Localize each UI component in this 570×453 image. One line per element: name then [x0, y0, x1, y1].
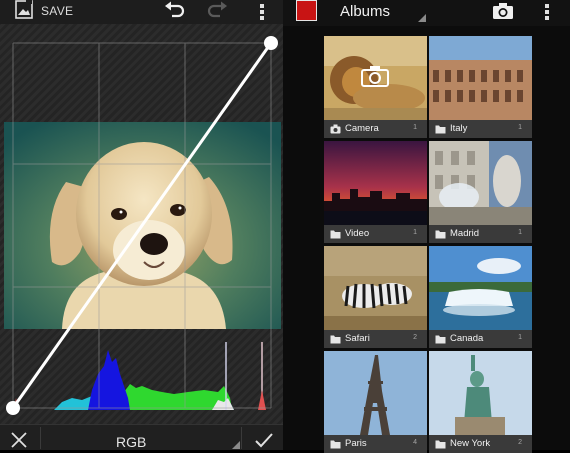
album-footer: Canada 1: [429, 330, 532, 348]
camera-icon[interactable]: [492, 2, 514, 20]
gallery-overflow-menu-icon[interactable]: [539, 2, 555, 22]
album-tile-paris[interactable]: Paris 4: [324, 351, 427, 453]
album-name: Paris: [345, 438, 367, 449]
chevron-down-icon[interactable]: [232, 441, 240, 449]
folder-icon: [435, 230, 446, 239]
album-tile-madrid[interactable]: Madrid 1: [429, 141, 532, 243]
folder-icon: [330, 230, 341, 239]
album-footer: Video 1: [324, 225, 427, 243]
divider: [241, 427, 242, 449]
album-tile-italy[interactable]: Italy 1: [429, 36, 532, 138]
folder-icon: [435, 125, 446, 134]
divider: [40, 427, 41, 449]
folder-icon: [435, 335, 446, 344]
album-name: New York: [450, 438, 491, 449]
album-name: Canada: [450, 333, 484, 344]
albums-pane: Albums Camera 1 Italy 1 Video 1 Madrid 1…: [283, 0, 570, 453]
editor-bottom-bar: RGB: [0, 424, 283, 450]
album-name: Safari: [345, 333, 370, 344]
album-count: 2: [413, 334, 417, 341]
album-thumb-statue-of-liberty: [429, 351, 532, 435]
gallery-app-icon[interactable]: [296, 0, 317, 21]
album-count: 4: [413, 439, 417, 446]
curve-handle-top[interactable]: [264, 36, 278, 50]
gallery-action-bar: Albums: [283, 0, 570, 26]
album-name: Camera: [345, 123, 379, 134]
cancel-icon[interactable]: [10, 431, 28, 449]
album-thumb-colosseum: [429, 36, 532, 120]
folder-icon: [435, 440, 446, 449]
album-tile-safari[interactable]: Safari 2: [324, 246, 427, 348]
channel-selector[interactable]: RGB: [116, 434, 146, 450]
album-footer: Camera 1: [324, 120, 427, 138]
albums-title[interactable]: Albums: [340, 3, 390, 20]
album-tile-video[interactable]: Video 1: [324, 141, 427, 243]
album-footer: Safari 2: [324, 330, 427, 348]
curves-graph[interactable]: [0, 0, 283, 450]
album-thumb-waterfall: [429, 246, 532, 330]
album-count: 2: [518, 439, 522, 446]
curves-editor-pane: SAVE RGB: [0, 0, 283, 450]
album-thumb-eiffel-tower: [324, 351, 427, 435]
album-count: 1: [518, 124, 522, 131]
album-name: Italy: [450, 123, 468, 134]
album-name: Video: [345, 228, 370, 239]
album-name: Madrid: [450, 228, 480, 239]
album-count: 1: [518, 229, 522, 236]
album-thumb-zebras: [324, 246, 427, 330]
album-footer: Madrid 1: [429, 225, 532, 243]
tone-curve-line[interactable]: [11, 42, 273, 409]
album-count: 1: [413, 229, 417, 236]
camera-icon: [330, 124, 341, 134]
album-thumb-fountain: [429, 141, 532, 225]
album-tile-new-york[interactable]: New York 2: [429, 351, 532, 453]
album-tile-camera[interactable]: Camera 1: [324, 36, 427, 138]
camera-overlay-icon: [361, 66, 389, 87]
album-count: 1: [518, 334, 522, 341]
album-count: 1: [413, 124, 417, 131]
folder-icon: [330, 440, 341, 449]
album-footer: New York 2: [429, 435, 532, 453]
album-tile-canada[interactable]: Canada 1: [429, 246, 532, 348]
album-footer: Paris 4: [324, 435, 427, 453]
album-footer: Italy 1: [429, 120, 532, 138]
curve-handle-bottom[interactable]: [6, 401, 20, 415]
folder-icon: [330, 335, 341, 344]
checkmark-icon[interactable]: [254, 431, 274, 449]
chevron-down-icon[interactable]: [418, 14, 426, 22]
album-thumb-sunset-city: [324, 141, 427, 225]
